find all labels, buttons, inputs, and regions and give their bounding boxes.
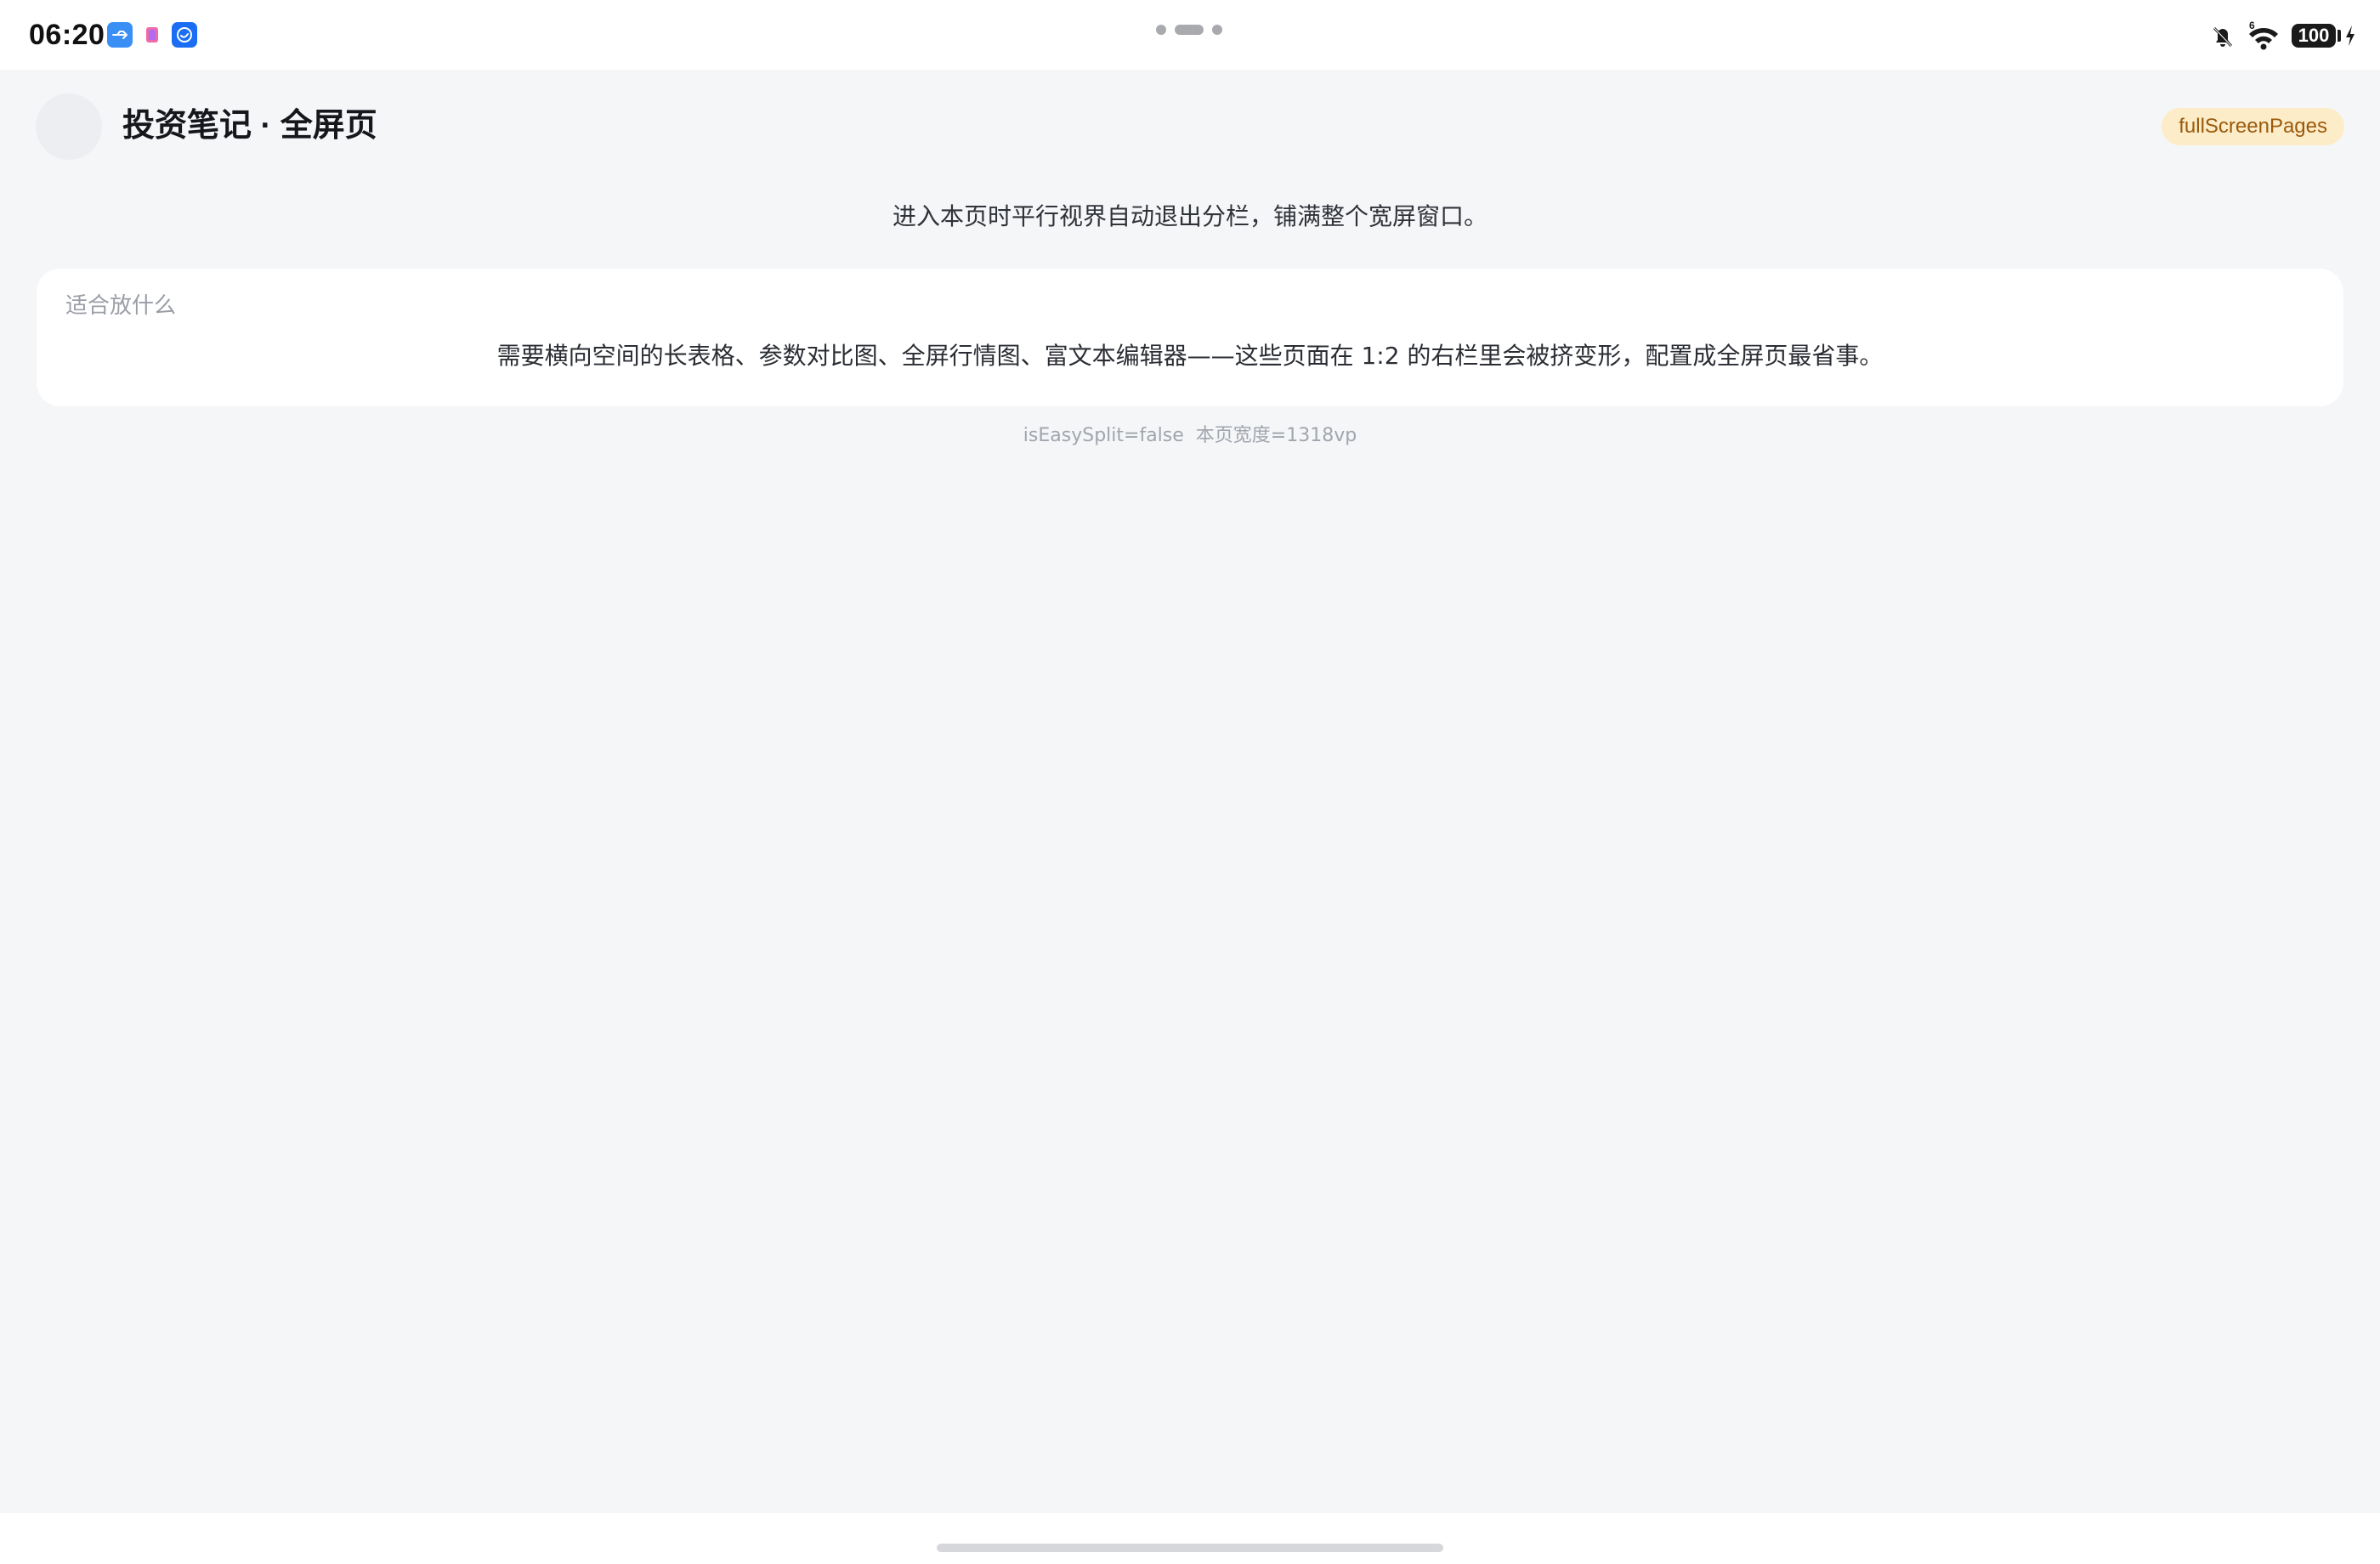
page-title: 投资笔记 · 全屏页 [122,108,377,144]
bell-off-icon [2210,19,2236,56]
debug-footnote: isEasySplit=false 本页宽度=1318vp [1023,425,1357,446]
status-time: 06:20 [29,19,105,51]
home-indicator[interactable] [937,1544,1443,1552]
info-card: 适合放什么 需要横向空间的长表格、参数对比图、全屏行情图、富文本编辑器——这些页… [37,269,2343,406]
navigation-bar [0,1513,2380,1564]
gallery-app-icon [139,22,165,48]
battery-indicator: 100 [2292,19,2346,53]
card-label: 适合放什么 [65,293,177,319]
page-subtitle: 进入本页时平行视界自动退出分栏，铺满整个宽屏窗口。 [892,202,1488,230]
wifi-icon: 6 [2246,19,2281,56]
window-dot-center [1175,25,1204,35]
charging-icon [2344,19,2356,56]
mode-badge: fullScreenPages [2162,108,2344,145]
window-dot-left [1156,25,1166,35]
window-dot-right [1212,25,1222,35]
battery-level: 100 [2292,24,2336,48]
status-right-group: 6 100 [2210,19,2354,53]
status-bar: 06:20 6 100 [0,0,2380,70]
wifi-label: 6 [2249,20,2255,31]
card-body: 需要横向空间的长表格、参数对比图、全屏行情图、富文本编辑器——这些页面在 1:2… [496,342,1884,370]
window-drag-handle[interactable] [1156,22,1224,36]
battery-cap [2338,30,2341,42]
avatar[interactable] [36,94,102,160]
usb-app-icon [107,22,133,48]
assistant-app-icon [172,22,197,48]
